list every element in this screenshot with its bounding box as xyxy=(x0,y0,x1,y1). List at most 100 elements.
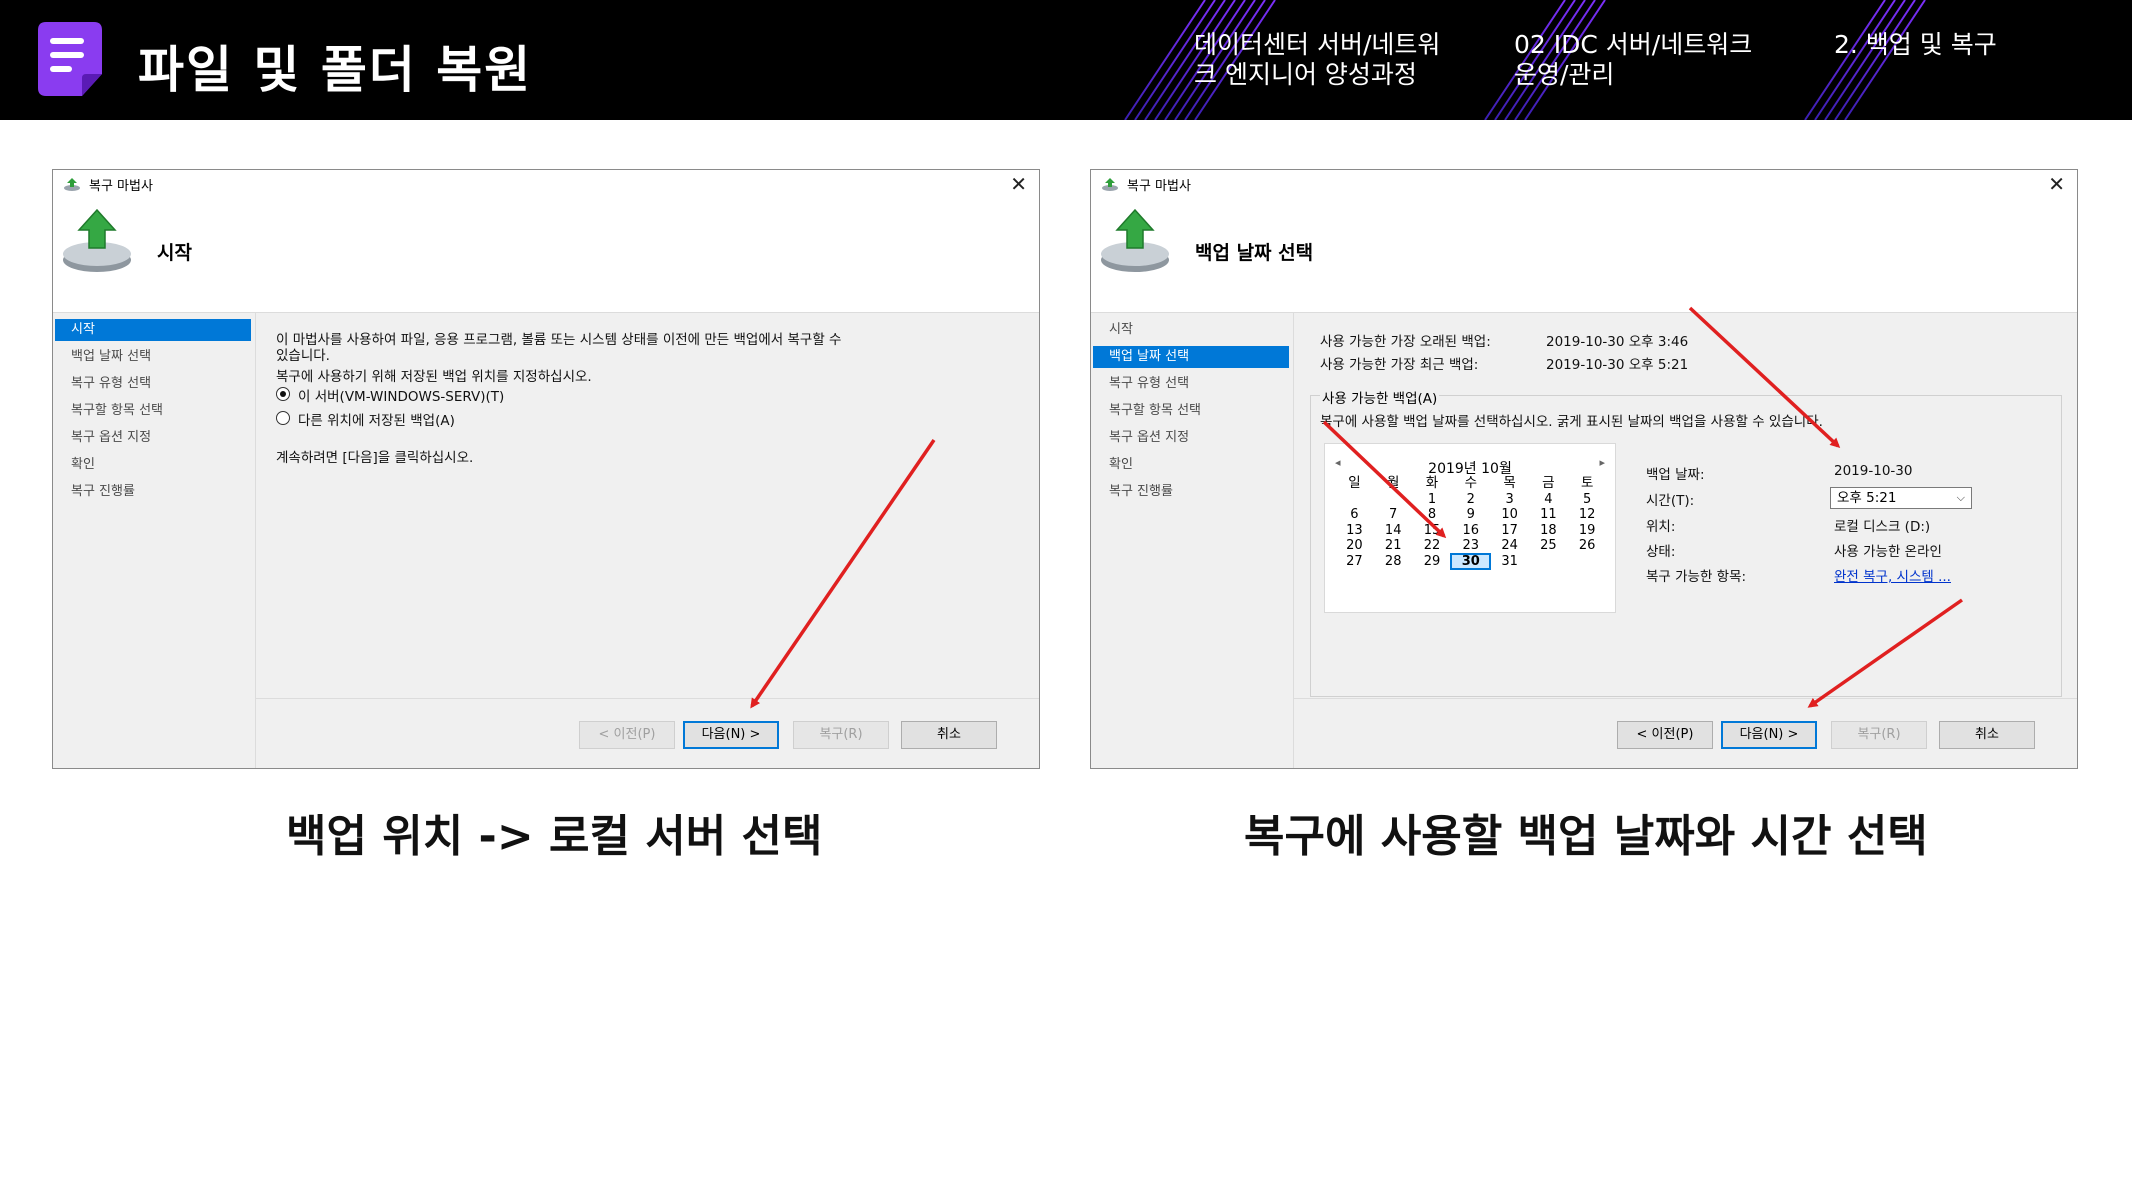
intro-text-line-2: 있습니다. xyxy=(276,348,330,364)
calendar-day[interactable]: 19 xyxy=(1568,523,1607,539)
radio-other-location-label[interactable]: 다른 위치에 저장된 백업(A) xyxy=(298,409,455,429)
radio-this-server-label[interactable]: 이 서버(VM-WINDOWS-SERV)(T) xyxy=(298,385,504,405)
step-recovery-options[interactable]: 복구 옵션 지정 xyxy=(1093,427,1289,449)
button-bar-divider xyxy=(1294,698,2077,699)
wizard-heading: 백업 날짜 선택 xyxy=(1195,242,1314,264)
calendar-day[interactable]: 22 xyxy=(1413,538,1452,554)
calendar-day[interactable]: 23 xyxy=(1451,538,1490,554)
calendar-day[interactable]: 15 xyxy=(1413,523,1452,539)
step-recovery-type[interactable]: 복구 유형 선택 xyxy=(1093,373,1289,395)
wizard-heading: 시작 xyxy=(157,242,192,264)
step-select-items[interactable]: 복구할 항목 선택 xyxy=(55,400,251,422)
calendar-week: 1 2 3 4 5 xyxy=(1335,492,1607,508)
calendar-day[interactable]: 11 xyxy=(1529,507,1568,523)
next-button[interactable]: 다음(N) > xyxy=(1721,721,1817,749)
calendar-day[interactable]: 27 xyxy=(1335,554,1374,570)
available-backups-label: 사용 가능한 백업(A) xyxy=(1320,387,1440,407)
calendar-day[interactable]: 29 xyxy=(1413,554,1452,570)
weekday-tue: 화 xyxy=(1425,475,1439,491)
calendar-day[interactable] xyxy=(1335,492,1374,508)
calendar-day[interactable]: 31 xyxy=(1490,554,1529,570)
prev-button[interactable]: < 이전(P) xyxy=(579,721,675,749)
backup-drive-icon xyxy=(1101,208,1169,272)
backup-calendar[interactable]: ◂ 2019년 10월 ▸ 일 월 화 수 목 금 토 1 2 3 4 5 6 … xyxy=(1324,443,1616,613)
step-start[interactable]: 시작 xyxy=(1093,319,1289,341)
window-titlebar: 복구 마법사 ✕ xyxy=(53,170,1039,198)
oldest-backup-label: 사용 가능한 가장 오래된 백업: xyxy=(1320,334,1491,350)
calendar-day[interactable]: 9 xyxy=(1451,507,1490,523)
window-titlebar: 복구 마법사 ✕ xyxy=(1091,170,2077,198)
next-button[interactable]: 다음(N) > xyxy=(683,721,779,749)
recoverable-items-link[interactable]: 완전 복구, 시스템 ... xyxy=(1834,565,1951,585)
calendar-day[interactable]: 1 xyxy=(1413,492,1452,508)
calendar-day[interactable] xyxy=(1568,554,1607,570)
calendar-day[interactable]: 12 xyxy=(1568,507,1607,523)
calendar-day[interactable] xyxy=(1374,492,1413,508)
step-recovery-options[interactable]: 복구 옵션 지정 xyxy=(55,427,251,449)
step-select-date[interactable]: 백업 날짜 선택 xyxy=(55,346,251,368)
calendar-day[interactable] xyxy=(1529,554,1568,570)
calendar-day[interactable]: 7 xyxy=(1374,507,1413,523)
location-label: 위치: xyxy=(1646,519,1676,535)
calendar-day[interactable]: 20 xyxy=(1335,538,1374,554)
calendar-day[interactable]: 5 xyxy=(1568,492,1607,508)
step-start[interactable]: 시작 xyxy=(55,319,251,341)
recovery-wizard-window-start: 복구 마법사 ✕ 시작 시작 백업 날짜 선택 복구 유형 선택 복구할 항목 … xyxy=(52,169,1040,769)
calendar-day[interactable]: 25 xyxy=(1529,538,1568,554)
weekday-thu: 목 xyxy=(1503,475,1516,491)
calendar-day[interactable]: 18 xyxy=(1529,523,1568,539)
status-label: 상태: xyxy=(1646,544,1676,560)
cancel-button[interactable]: 취소 xyxy=(1939,721,2035,749)
close-icon[interactable]: ✕ xyxy=(2048,172,2065,196)
backup-date-label: 백업 날짜: xyxy=(1646,467,1705,483)
wizard-content: 이 마법사를 사용하여 파일, 응용 프로그램, 볼륨 또는 시스템 상태를 이… xyxy=(256,313,1039,768)
weekday-fri: 금 xyxy=(1542,475,1555,491)
step-progress[interactable]: 복구 진행률 xyxy=(1093,481,1289,503)
weekday-sat: 토 xyxy=(1580,475,1594,491)
recover-button[interactable]: 복구(R) xyxy=(1831,721,1927,749)
step-confirm[interactable]: 확인 xyxy=(1093,454,1289,476)
radio-other-location[interactable] xyxy=(276,411,290,425)
newest-backup-value: 2019-10-30 오후 5:21 xyxy=(1546,357,1689,373)
calendar-day[interactable]: 3 xyxy=(1490,492,1529,508)
calendar-day[interactable]: 2 xyxy=(1451,492,1490,508)
radio-this-server[interactable] xyxy=(276,387,290,401)
calendar-day[interactable]: 4 xyxy=(1529,492,1568,508)
cancel-button[interactable]: 취소 xyxy=(901,721,997,749)
wizard-content: 사용 가능한 가장 오래된 백업: 2019-10-30 오후 3:46 사용 … xyxy=(1294,313,2077,768)
step-select-items[interactable]: 복구할 항목 선택 xyxy=(1093,400,1289,422)
prev-button[interactable]: < 이전(P) xyxy=(1617,721,1713,749)
calendar-day[interactable]: 6 xyxy=(1335,507,1374,523)
time-select-value: 오후 5:21 xyxy=(1837,490,1897,506)
calendar-day[interactable]: 16 xyxy=(1451,523,1490,539)
oldest-backup-value: 2019-10-30 오후 3:46 xyxy=(1546,334,1689,350)
calendar-day[interactable]: 24 xyxy=(1490,538,1529,554)
calendar-day[interactable]: 8 xyxy=(1413,507,1452,523)
close-icon[interactable]: ✕ xyxy=(1010,172,1027,196)
window-title: 복구 마법사 xyxy=(1127,179,1191,194)
calendar-day[interactable]: 21 xyxy=(1374,538,1413,554)
step-progress[interactable]: 복구 진행률 xyxy=(55,481,251,503)
calendar-next-icon[interactable]: ▸ xyxy=(1599,456,1605,469)
calendar-day[interactable]: 17 xyxy=(1490,523,1529,539)
step-select-date[interactable]: 백업 날짜 선택 xyxy=(1093,346,1289,368)
calendar-day-selected[interactable]: 30 xyxy=(1450,552,1492,570)
step-confirm[interactable]: 확인 xyxy=(55,454,251,476)
calendar-day[interactable]: 28 xyxy=(1374,554,1413,570)
calendar-day[interactable]: 10 xyxy=(1490,507,1529,523)
document-icon xyxy=(38,22,102,96)
calendar-grid: 일 월 화 수 목 금 토 1 2 3 4 5 6 7 8 9 10 11 12… xyxy=(1335,475,1607,570)
section-name: 2. 백업 및 복구 xyxy=(1834,30,1997,59)
calendar-day[interactable]: 26 xyxy=(1568,538,1607,554)
time-select[interactable]: 오후 5:21 ⌵ xyxy=(1830,487,1972,509)
course-name: 데이터센터 서버/네트워 크 엔지니어 양성과정 xyxy=(1194,30,1440,90)
recovery-wizard-window-date: 복구 마법사 ✕ 백업 날짜 선택 시작 백업 날짜 선택 복구 유형 선택 복… xyxy=(1090,169,2078,769)
step-recovery-type[interactable]: 복구 유형 선택 xyxy=(55,373,251,395)
newest-backup-label: 사용 가능한 가장 최근 백업: xyxy=(1320,357,1479,373)
time-label: 시간(T): xyxy=(1646,493,1695,509)
location-value: 로컬 디스크 (D:) xyxy=(1834,519,1931,535)
group-instruction: 복구에 사용할 백업 날짜를 선택하십시오. 굵게 표시된 날짜의 백업을 사용… xyxy=(1320,414,1823,430)
calendar-day[interactable]: 14 xyxy=(1374,523,1413,539)
recover-button[interactable]: 복구(R) xyxy=(793,721,889,749)
calendar-day[interactable]: 13 xyxy=(1335,523,1374,539)
